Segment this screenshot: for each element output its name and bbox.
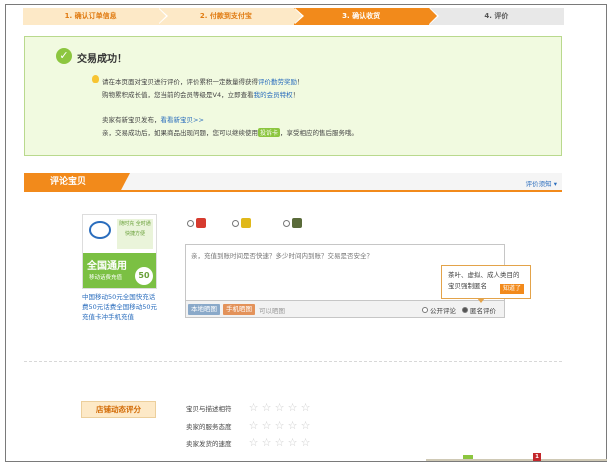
success-line-4: 亲，交易成功后，如果商品出现问题，您可以继续使用 投诉卡 ，享受相应的售后服务哦。 <box>102 127 358 137</box>
rating-row-label: 卖家发货的速度 <box>186 439 232 448</box>
upload-local-image-button[interactable]: 本地晒图 <box>188 304 220 315</box>
radio[interactable] <box>187 219 194 227</box>
bad-rating-icon <box>292 218 302 228</box>
product-image[interactable]: 随时充 全时通 快捷方便 全国通用 移动话费充值 50 <box>82 214 157 289</box>
got-it-button[interactable]: 知道了 <box>499 284 524 294</box>
public-review-option[interactable]: 公开评论 <box>422 305 456 315</box>
star-icon[interactable]: ☆ <box>261 402 272 413</box>
section-divider <box>24 361 562 362</box>
star-icon[interactable]: ☆ <box>248 402 259 413</box>
success-line-2: 购物累积成长值，您当前的会员等级是V4，立即查看我的会员特权！ <box>102 89 299 99</box>
anonymous-tooltip: 茶叶、虚拟、成人类目的宝贝强制匿名 知道了 <box>441 265 531 303</box>
review-tab[interactable]: 评论宝贝 <box>24 173 130 192</box>
star-icon[interactable]: ☆ <box>274 420 285 431</box>
bottom-bar <box>426 459 607 461</box>
star-icon[interactable]: ☆ <box>248 437 259 448</box>
star-icon[interactable]: ☆ <box>248 420 259 431</box>
rating-bad[interactable] <box>283 218 302 228</box>
step-label: 4. 评价 <box>484 12 509 20</box>
star-icon[interactable]: ☆ <box>287 420 298 431</box>
radio[interactable] <box>283 219 290 227</box>
rating-row-label: 卖家的服务态度 <box>186 422 232 431</box>
bottom-marker <box>463 455 473 459</box>
text: 购物累积成长值，您当前的会员等级是V4，立即查看 <box>102 91 254 99</box>
star-icon[interactable]: ☆ <box>261 437 272 448</box>
step-label: 1. 确认订单信息 <box>64 12 117 20</box>
star-icon[interactable]: ☆ <box>274 437 285 448</box>
star-icon[interactable]: ☆ <box>300 420 311 431</box>
success-line-3: 卖家有新宝贝发布，看看新宝贝>> <box>102 114 204 124</box>
step-label: 3. 确认收货 <box>342 12 381 20</box>
text: ！ <box>292 91 300 99</box>
radio[interactable] <box>232 219 239 227</box>
star-rating[interactable]: ☆ ☆ ☆ ☆ ☆ <box>248 402 313 413</box>
star-icon[interactable]: ☆ <box>300 437 311 448</box>
rating-neutral[interactable] <box>232 218 251 228</box>
notification-badge[interactable]: 1 <box>533 453 541 461</box>
anonymous-review-option[interactable]: 匿名评价 <box>462 305 496 315</box>
text: 卖家有新宝贝发布， <box>102 116 161 124</box>
product-name-link[interactable]: 中国移动50元全国快充话费50元话费全国移动50元充值卡冲手机充值 <box>82 292 158 322</box>
product-small-text: 移动话费充值 <box>89 275 123 281</box>
reward-link[interactable]: 评价勤劳奖励 <box>258 78 297 86</box>
rating-good[interactable] <box>187 218 206 228</box>
text: ，享受相应的售后服务哦。 <box>280 129 359 137</box>
good-rating-icon <box>196 218 206 228</box>
upload-hint: 可以晒图 <box>259 307 285 315</box>
china-mobile-logo <box>89 221 111 239</box>
check-icon: ✓ <box>56 48 72 64</box>
lightbulb-icon <box>92 75 99 83</box>
review-help-link[interactable]: 评价须知 ▾ <box>526 178 557 188</box>
star-icon[interactable]: ☆ <box>287 402 298 413</box>
product-tagline: 随时充 全时通 快捷方便 <box>117 219 153 249</box>
radio[interactable] <box>422 307 428 313</box>
step-label: 2. 付款到支付宝 <box>199 12 252 20</box>
rating-row-shipping: 卖家发货的速度 ☆ ☆ ☆ ☆ ☆ <box>186 437 313 448</box>
success-title: 交易成功！ <box>77 54 127 65</box>
upload-phone-image-button[interactable]: 手机晒图 <box>223 304 255 315</box>
text: 请在本页面对宝贝进行评价，评价累积一定数量得获得 <box>102 78 258 86</box>
complaint-card-badge[interactable]: 投诉卡 <box>258 128 281 137</box>
step-confirm-receipt: 3. 确认收货 <box>293 8 439 25</box>
member-privilege-link[interactable]: 我的会员特权 <box>254 91 293 99</box>
text: 亲，交易成功后，如果商品出现问题，您可以继续使用 <box>102 129 258 137</box>
rating-row-label: 宝贝与描述相符 <box>186 404 232 413</box>
star-icon[interactable]: ☆ <box>274 402 285 413</box>
rating-row-service: 卖家的服务态度 ☆ ☆ ☆ ☆ ☆ <box>186 420 313 431</box>
step-review: 4. 评价 <box>428 8 564 25</box>
product-value-badge: 50 <box>135 267 153 285</box>
neutral-rating-icon <box>241 218 251 228</box>
radio[interactable] <box>462 307 468 313</box>
star-rating[interactable]: ☆ ☆ ☆ ☆ ☆ <box>248 420 313 431</box>
step-confirm-order: 1. 确认订单信息 <box>23 8 169 25</box>
product-big-text: 全国通用 <box>87 261 127 272</box>
shop-rating-label: 店铺动态评分 <box>81 401 156 418</box>
success-line-1: 请在本页面对宝贝进行评价，评价累积一定数量得获得评价勤劳奖励！ <box>102 76 304 86</box>
star-icon[interactable]: ☆ <box>261 420 272 431</box>
label: 匿名评价 <box>470 307 496 315</box>
text: ！ <box>297 78 304 86</box>
step-pay: 2. 付款到支付宝 <box>158 8 304 25</box>
new-items-link[interactable]: 看看新宝贝>> <box>161 116 204 124</box>
star-icon[interactable]: ☆ <box>287 437 298 448</box>
label: 公开评论 <box>430 307 456 315</box>
progress-steps: 1. 确认订单信息 2. 付款到支付宝 3. 确认收货 4. 评价 <box>23 8 564 25</box>
rating-row-description: 宝贝与描述相符 ☆ ☆ ☆ ☆ ☆ <box>186 402 313 413</box>
star-rating[interactable]: ☆ ☆ ☆ ☆ ☆ <box>248 437 313 448</box>
star-icon[interactable]: ☆ <box>300 402 311 413</box>
